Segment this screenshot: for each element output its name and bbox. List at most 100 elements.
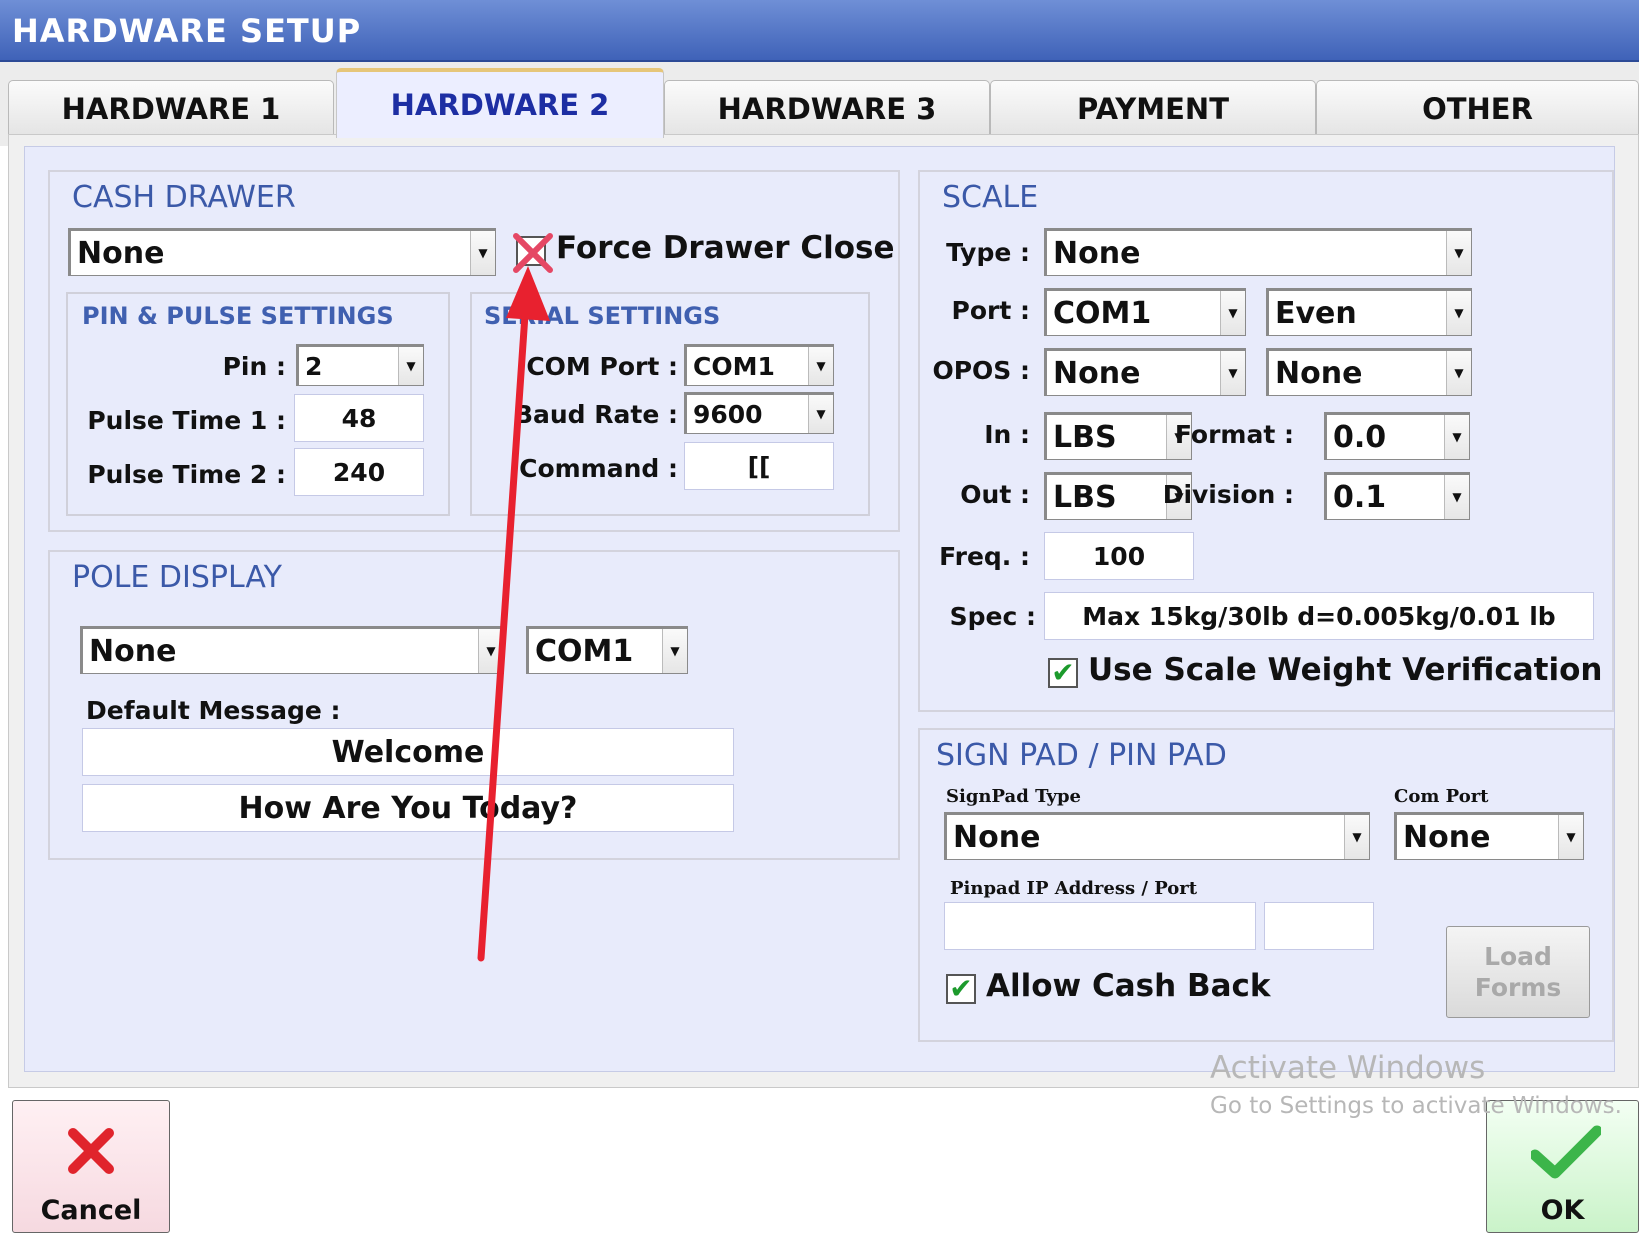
tab-hardware-3[interactable]: HARDWARE 3 — [664, 80, 990, 136]
chevron-down-icon[interactable]: ▼ — [1344, 815, 1369, 859]
serial-com-port-select[interactable]: COM1 ▼ — [684, 344, 834, 386]
in-unit-select[interactable]: LBS ▼ — [1044, 412, 1192, 460]
in-label: In : — [984, 420, 1030, 449]
spec-field[interactable]: Max 15kg/30lb d=0.005kg/0.01 lb — [1044, 592, 1594, 640]
tab-hardware-2[interactable]: HARDWARE 2 — [336, 68, 664, 138]
baud-rate-select[interactable]: 9600 ▼ — [684, 392, 834, 434]
chevron-down-icon[interactable]: ▼ — [1446, 291, 1471, 335]
pulse-time-1-field[interactable]: 48 — [294, 394, 424, 442]
chevron-down-icon[interactable]: ▼ — [1220, 291, 1245, 335]
scale-type-select[interactable]: None ▼ — [1044, 228, 1472, 276]
scale-type-label: Type : — [946, 238, 1030, 267]
cash-drawer-type-select[interactable]: None ▼ — [68, 228, 496, 276]
division-label: Division : — [1162, 480, 1294, 509]
chevron-down-icon[interactable]: ▼ — [1444, 415, 1469, 459]
force-drawer-close-label: Force Drawer Close — [556, 230, 895, 266]
serial-settings-group: SERIAL SETTINGS COM Port : COM1 ▼ Baud R… — [470, 292, 870, 516]
pin-value: 2 — [305, 351, 323, 381]
activate-windows-watermark-title: Activate Windows — [1210, 1050, 1486, 1086]
tab-hardware-1[interactable]: HARDWARE 1 — [8, 80, 334, 136]
opos-device-value: None — [1275, 355, 1363, 391]
scale-parity-select[interactable]: Even ▼ — [1266, 288, 1472, 336]
out-unit-value: LBS — [1053, 479, 1117, 515]
signpad-com-port-label: Com Port — [1394, 786, 1489, 807]
serial-com-port-value: COM1 — [693, 351, 775, 381]
freq-field[interactable]: 100 — [1044, 532, 1194, 580]
tab-payment[interactable]: PAYMENT — [990, 80, 1316, 136]
opos-select[interactable]: None ▼ — [1044, 348, 1246, 396]
pole-display-type-select[interactable]: None ▼ — [80, 626, 504, 674]
chevron-down-icon[interactable]: ▼ — [808, 395, 833, 433]
check-icon: ✔ — [1051, 656, 1075, 689]
cash-drawer-group: CASH DRAWER None ▼ Force Drawer Close PI… — [48, 170, 900, 532]
pole-display-port-select[interactable]: COM1 ▼ — [526, 626, 688, 674]
sign-pad-title: SIGN PAD / PIN PAD — [936, 738, 1227, 773]
signpad-com-port-value: None — [1403, 819, 1491, 855]
load-forms-button[interactable]: Load Forms — [1446, 926, 1590, 1018]
opos-device-select[interactable]: None ▼ — [1266, 348, 1472, 396]
load-forms-label-2: Forms — [1474, 973, 1562, 1002]
default-message-line-2[interactable]: How Are You Today? — [82, 784, 734, 832]
window-title: HARDWARE SETUP — [12, 12, 362, 50]
signpad-type-select[interactable]: None ▼ — [944, 812, 1370, 860]
division-select[interactable]: 0.1 ▼ — [1324, 472, 1470, 520]
chevron-down-icon[interactable]: ▼ — [1444, 475, 1469, 519]
pinpad-port-field[interactable] — [1264, 902, 1374, 950]
cancel-label: Cancel — [40, 1195, 142, 1226]
pole-display-port-value: COM1 — [535, 633, 634, 669]
pole-display-title: POLE DISPLAY — [72, 560, 282, 595]
signpad-type-value: None — [953, 819, 1041, 855]
chevron-down-icon[interactable]: ▼ — [808, 347, 833, 385]
allow-cash-back-checkbox[interactable]: ✔ — [946, 974, 976, 1004]
default-message-line-1[interactable]: Welcome — [82, 728, 734, 776]
checkmark-icon — [1531, 1125, 1601, 1179]
scale-port-select[interactable]: COM1 ▼ — [1044, 288, 1246, 336]
scale-title: SCALE — [942, 180, 1039, 215]
format-select[interactable]: 0.0 ▼ — [1324, 412, 1470, 460]
pinpad-ip-label: Pinpad IP Address / Port — [950, 878, 1198, 899]
chevron-down-icon[interactable]: ▼ — [1558, 815, 1583, 859]
close-icon — [68, 1128, 114, 1174]
pin-select[interactable]: 2 ▼ — [296, 344, 424, 386]
pin-pulse-title: PIN & PULSE SETTINGS — [82, 302, 394, 330]
chevron-down-icon[interactable]: ▼ — [1446, 231, 1471, 275]
command-label: Command : — [519, 454, 678, 483]
chevron-down-icon[interactable]: ▼ — [662, 629, 687, 673]
ok-label: OK — [1540, 1195, 1585, 1226]
chevron-down-icon[interactable]: ▼ — [470, 231, 495, 275]
ok-button[interactable]: OK — [1486, 1100, 1639, 1233]
signpad-type-label: SignPad Type — [946, 786, 1081, 807]
force-drawer-close-checkbox[interactable] — [516, 236, 546, 266]
cancel-button[interactable]: Cancel — [12, 1100, 170, 1233]
scale-weight-verification-checkbox[interactable]: ✔ — [1048, 658, 1078, 688]
load-forms-label-1: Load — [1484, 942, 1552, 971]
scale-group: SCALE Type : None ▼ Port : COM1 ▼ Even ▼… — [918, 170, 1614, 712]
chevron-down-icon[interactable]: ▼ — [398, 347, 423, 385]
serial-settings-title: SERIAL SETTINGS — [484, 302, 721, 330]
pulse-time-2-field[interactable]: 240 — [294, 448, 424, 496]
format-value: 0.0 — [1333, 419, 1387, 455]
tab-other[interactable]: OTHER — [1316, 80, 1639, 136]
division-value: 0.1 — [1333, 479, 1387, 515]
default-message-label: Default Message : — [86, 696, 341, 725]
scale-port-value: COM1 — [1053, 295, 1152, 331]
scale-port-label: Port : — [951, 296, 1030, 325]
opos-value: None — [1053, 355, 1141, 391]
cash-drawer-type-value: None — [77, 235, 165, 271]
opos-label: OPOS : — [932, 356, 1030, 385]
pulse-time-2-label: Pulse Time 2 : — [87, 460, 286, 489]
freq-label: Freq. : — [939, 542, 1030, 571]
out-label: Out : — [960, 480, 1030, 509]
command-field[interactable]: [[ — [684, 442, 834, 490]
chevron-down-icon[interactable]: ▼ — [1220, 351, 1245, 395]
pinpad-ip-field[interactable] — [944, 902, 1256, 950]
pole-display-type-value: None — [89, 633, 177, 669]
chevron-down-icon[interactable]: ▼ — [1446, 351, 1471, 395]
in-unit-value: LBS — [1053, 419, 1117, 455]
spec-label: Spec : — [949, 602, 1036, 631]
signpad-com-port-select[interactable]: None ▼ — [1394, 812, 1584, 860]
chevron-down-icon[interactable]: ▼ — [478, 629, 503, 673]
pin-label: Pin : — [222, 352, 286, 381]
scale-weight-verification-label: Use Scale Weight Verification — [1088, 652, 1603, 688]
check-icon: ✔ — [949, 972, 973, 1005]
